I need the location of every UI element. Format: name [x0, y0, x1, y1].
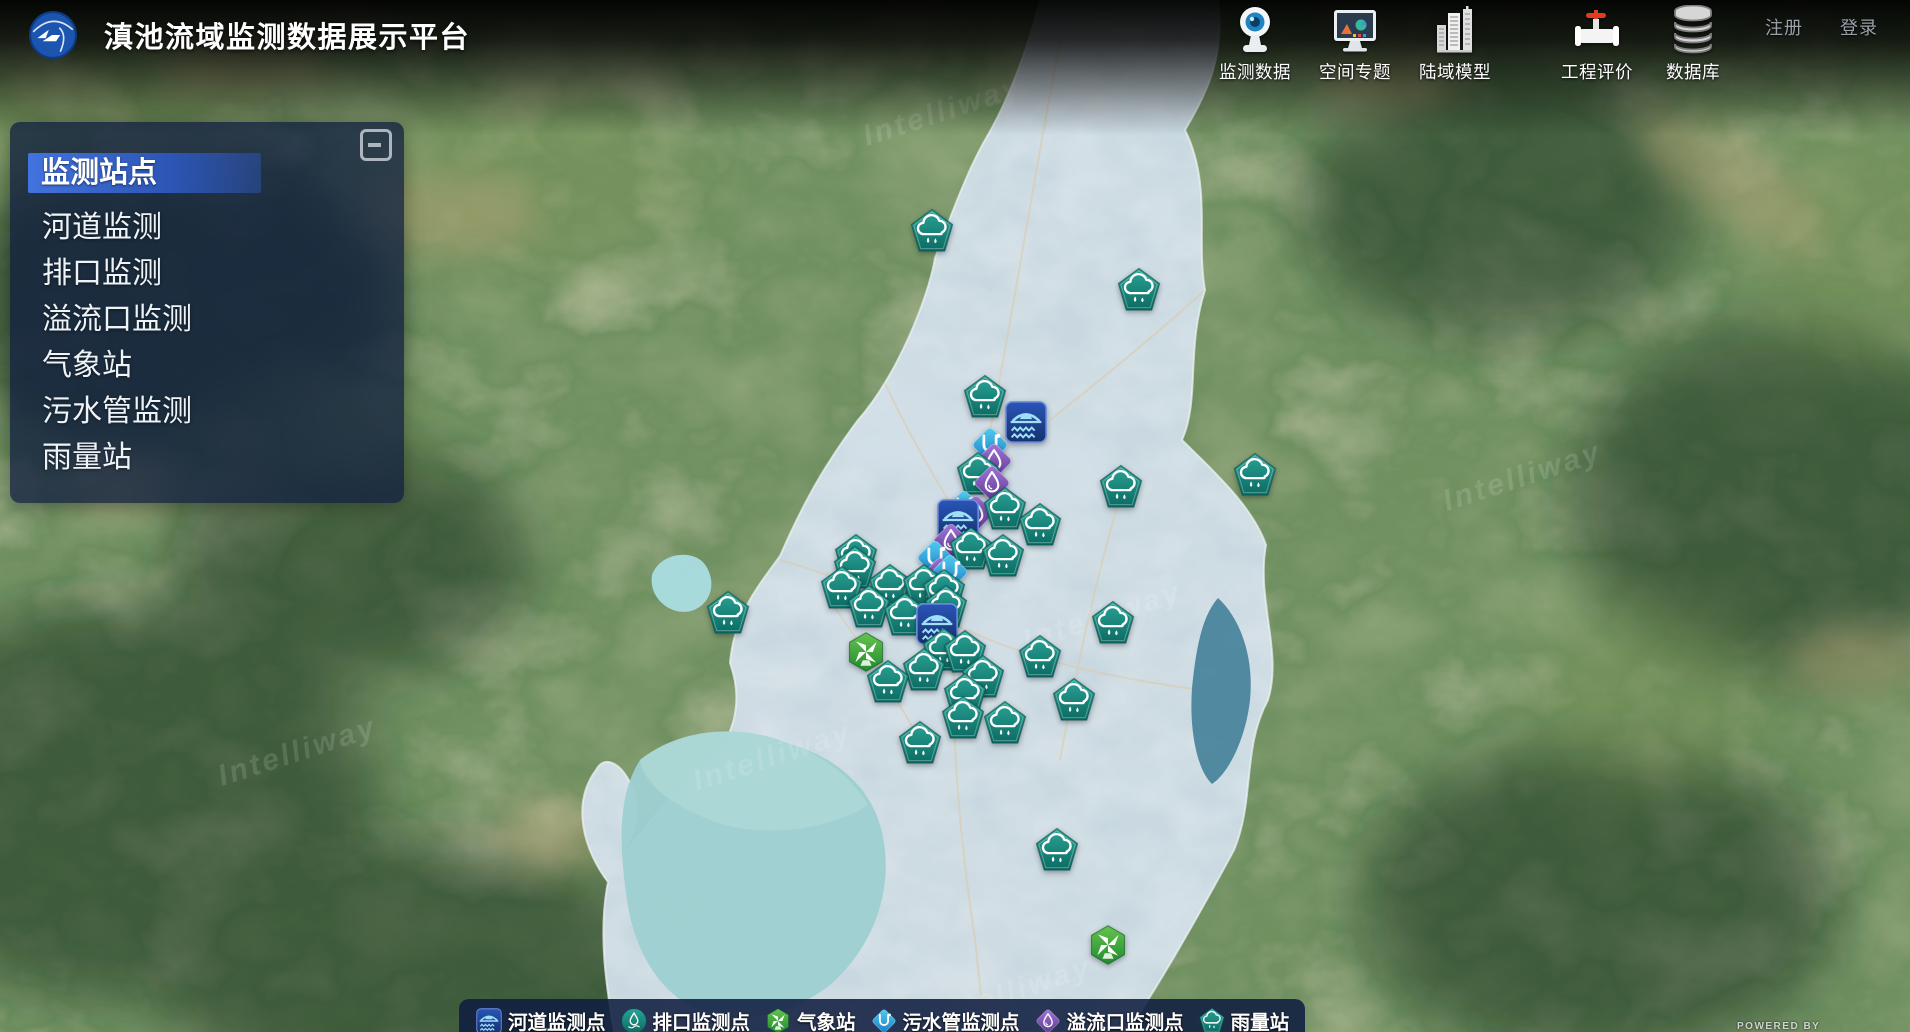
nav-label: 数据库 — [1645, 59, 1741, 84]
legend-label: 河道监测点 — [508, 1006, 606, 1032]
legend-outfall-monitoring-point[interactable]: 排口监测点 — [620, 1006, 751, 1032]
logo-icon — [28, 10, 78, 60]
marker-rain[interactable] — [982, 700, 1029, 747]
monitor-stations-panel: 监测站点 河道监测 排口监测 溢流口监测 气象站 污水管监测 雨量站 — [10, 122, 404, 503]
nav-label: 空间专题 — [1307, 59, 1403, 84]
legend-label: 排口监测点 — [653, 1006, 751, 1032]
marker-weather[interactable] — [1086, 923, 1130, 967]
nav-land-model[interactable]: 陆域模型 — [1407, 5, 1503, 84]
collapse-panel-button[interactable] — [360, 129, 392, 161]
overflow-marker-icon — [1034, 1007, 1062, 1032]
panel-item-rain-station[interactable]: 雨量站 — [42, 435, 404, 481]
marker-rain[interactable] — [897, 720, 944, 767]
outfall-marker-icon — [620, 1007, 648, 1032]
legend-overflow-monitoring-point[interactable]: 溢流口监测点 — [1034, 1006, 1184, 1032]
marker-rain[interactable] — [940, 695, 987, 742]
nav-project-evaluation[interactable]: 工程评价 — [1549, 5, 1645, 84]
legend-river-monitoring-point[interactable]: 河道监测点 — [475, 1006, 606, 1032]
monitor-chart-icon — [1330, 5, 1380, 57]
weather-marker-icon — [764, 1007, 792, 1032]
marker-rain[interactable] — [1051, 677, 1098, 724]
panel-item-river-monitoring[interactable]: 河道监测 — [42, 205, 404, 251]
buildings-icon — [1430, 5, 1480, 57]
legend-label: 气象站 — [797, 1006, 856, 1032]
nav-database[interactable]: 数据库 — [1645, 5, 1741, 84]
marker-rain[interactable] — [705, 590, 752, 637]
marker-rain[interactable] — [1090, 600, 1137, 647]
marker-rain[interactable] — [1034, 827, 1081, 874]
panel-item-overflow-monitoring[interactable]: 溢流口监测 — [42, 297, 404, 343]
webcam-icon — [1230, 5, 1280, 57]
legend-label: 溢流口监测点 — [1067, 1006, 1184, 1032]
legend-label: 污水管监测点 — [903, 1006, 1020, 1032]
map-legend: 河道监测点 排口监测点 气象站 污水管监测点 溢流口监测点 雨量站 — [459, 999, 1305, 1032]
panel-item-list: 河道监测 排口监测 溢流口监测 气象站 污水管监测 雨量站 — [42, 205, 404, 481]
rain-marker-icon — [1198, 1007, 1226, 1032]
register-link[interactable]: 注册 — [1765, 14, 1803, 40]
marker-rain[interactable] — [1232, 452, 1279, 499]
map-attribution: POWERED BY — [1737, 1021, 1820, 1032]
marker-rain[interactable] — [1017, 634, 1064, 681]
login-link[interactable]: 登录 — [1840, 14, 1878, 40]
panel-item-sewer-monitoring[interactable]: 污水管监测 — [42, 389, 404, 435]
panel-title-monitor-stations[interactable]: 监测站点 — [28, 153, 261, 193]
brand: 滇池流域监测数据展示平台 — [28, 10, 470, 60]
legend-rain-station[interactable]: 雨量站 — [1198, 1006, 1290, 1032]
marker-rain[interactable] — [1116, 267, 1163, 314]
legend-weather-station[interactable]: 气象站 — [764, 1006, 856, 1032]
app-root: Intelliway Intelliway Intelliway Intelli… — [0, 0, 1910, 1032]
marker-rain[interactable] — [962, 374, 1009, 421]
nav-label: 工程评价 — [1549, 59, 1645, 84]
nav-spatial-themes[interactable]: 空间专题 — [1307, 5, 1403, 84]
panel-item-outfall-monitoring[interactable]: 排口监测 — [42, 251, 404, 297]
marker-rain[interactable] — [909, 208, 956, 255]
panel-item-weather-station[interactable]: 气象站 — [42, 343, 404, 389]
marker-rain[interactable] — [1098, 464, 1145, 511]
nav-label: 监测数据 — [1207, 59, 1303, 84]
legend-sewer-monitoring-point[interactable]: 污水管监测点 — [870, 1006, 1020, 1032]
nav-label: 陆域模型 — [1407, 59, 1503, 84]
marker-rain[interactable] — [980, 533, 1027, 580]
river-marker-icon — [475, 1007, 503, 1032]
database-icon — [1668, 5, 1718, 57]
pipe-valve-icon — [1572, 5, 1622, 57]
sewer-marker-icon — [870, 1007, 898, 1032]
page-title: 滇池流域监测数据展示平台 — [104, 14, 470, 56]
legend-label: 雨量站 — [1231, 1006, 1290, 1032]
marker-rain[interactable] — [865, 659, 912, 706]
nav-monitor-data[interactable]: 监测数据 — [1207, 5, 1303, 84]
